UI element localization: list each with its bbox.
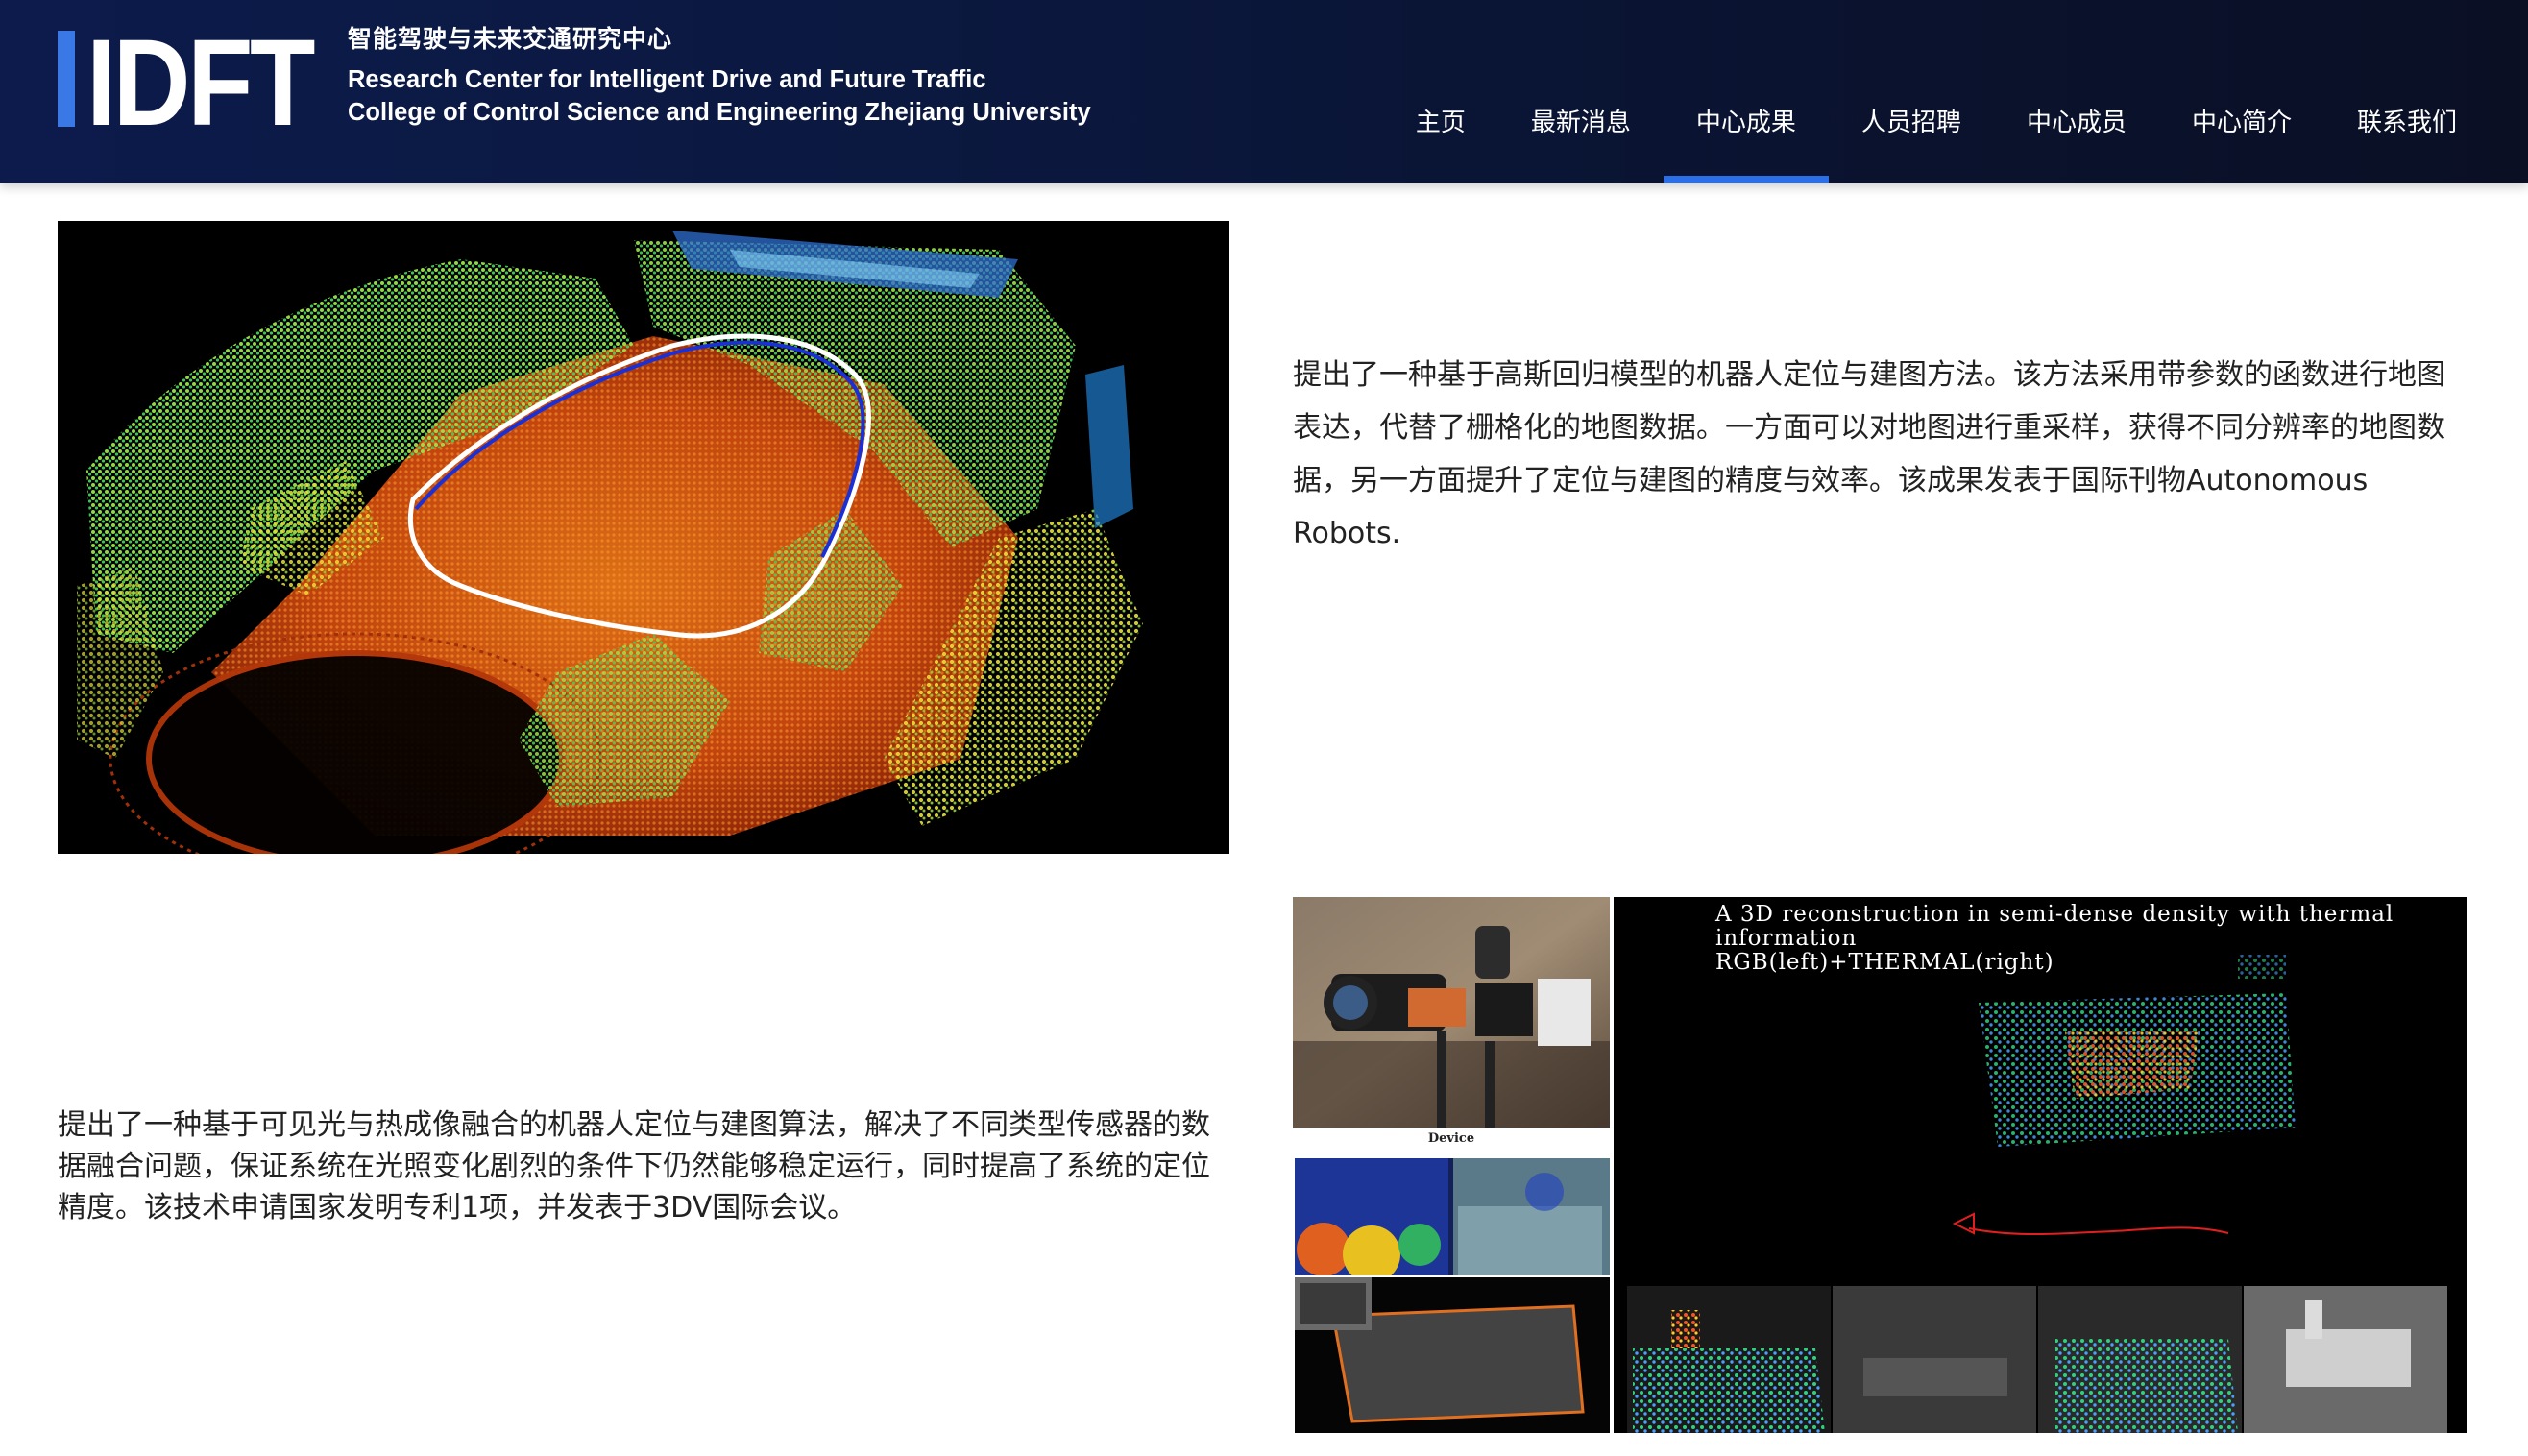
nav-item-members[interactable]: 中心成员 [1994, 91, 2159, 155]
reconstruction-title: A 3D reconstruction in semi-dense densit… [1715, 903, 2465, 975]
reconstruction-title-line1: A 3D reconstruction in semi-dense densit… [1715, 902, 2394, 927]
reconstruction-title-line3: RGB(left)+THERMAL(right) [1715, 950, 2054, 975]
achievement-2-description: 提出了一种基于可见光与热成像融合的机器人定位与建图算法，解决了不同类型传感器的数… [58, 1108, 1210, 1225]
nav-item-achievements[interactable]: 中心成果 [1663, 91, 1829, 183]
main-nav: 主页 最新消息 中心成果 人员招聘 中心成员 中心简介 联系我们 [1383, 91, 2490, 183]
nav-item-home[interactable]: 主页 [1383, 91, 1498, 155]
nav-item-recruitment[interactable]: 人员招聘 [1829, 91, 1994, 155]
achievement-1-description: 提出了一种基于高斯回归模型的机器人定位与建图方法。该方法采用带参数的函数进行地图… [1293, 358, 2445, 550]
reconstruction-title-line2: information [1715, 926, 1858, 951]
thermal-fusion-figure: Device A 3D reconstruction in semi-dense… [1293, 897, 2467, 1433]
lidar-pointcloud-map-image [58, 221, 1229, 854]
thermal-reconstruction-panel: A 3D reconstruction in semi-dense densit… [1614, 897, 2467, 1433]
trajectory-map-thumbnail [1295, 1277, 1610, 1433]
idft-logo-mark[interactable]: IDFT [58, 29, 317, 129]
nav-item-contact[interactable]: 联系我们 [2324, 91, 2490, 155]
logo-english-name: Research Center for Intelligent Drive an… [348, 66, 986, 93]
rgb-thermal-pointcloud-thumbnail [1295, 1158, 1610, 1275]
logo-text-block: 智能驾驶与未来交通研究中心 Research Center for Intell… [348, 21, 1091, 129]
device-photo [1293, 897, 1610, 1128]
logo-chinese-name: 智能驾驶与未来交通研究中心 [348, 25, 673, 53]
site-header: IDFT 智能驾驶与未来交通研究中心 Research Center for I… [0, 0, 2528, 183]
nav-item-about[interactable]: 中心简介 [2159, 91, 2324, 155]
logo-college-name: College of Control Science and Engineeri… [348, 99, 1091, 126]
device-caption: Device [1427, 1131, 1475, 1146]
nav-item-news[interactable]: 最新消息 [1498, 91, 1664, 155]
logo-mark-text: IDFT [86, 29, 314, 129]
